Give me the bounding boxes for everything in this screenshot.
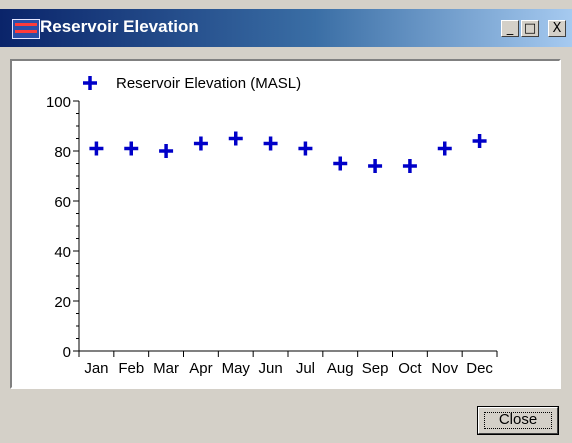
- plot-panel: 0 20 40 60 80 100 Jan Feb Mar Apr May Jun Jul Aug Sep O…: [10, 59, 561, 389]
- close-icon: X: [552, 21, 562, 36]
- data-point: [263, 136, 278, 151]
- close-window-button[interactable]: X: [548, 20, 566, 37]
- y-tick-label: 60: [54, 194, 71, 211]
- x-tick-label: Sep: [362, 360, 389, 377]
- x-tick-label: Jan: [84, 360, 108, 377]
- x-tick-label: Apr: [189, 360, 212, 377]
- x-tick-label: Aug: [327, 360, 354, 377]
- window-title: Reservoir Elevation: [40, 17, 199, 36]
- x-tick-label: Dec: [466, 360, 493, 377]
- y-tick-label: 0: [63, 344, 71, 361]
- data-point: [228, 131, 243, 146]
- data-point: [472, 134, 487, 148]
- legend-marker: [83, 76, 97, 90]
- x-tick-label: Feb: [118, 360, 144, 377]
- y-tick-label: 100: [46, 94, 71, 111]
- app-icon: [12, 19, 40, 39]
- reservoir-chart: 0 20 40 60 80 100 Jan Feb Mar Apr May Jun Jul Aug Sep O…: [46, 75, 498, 377]
- close-button[interactable]: Close: [477, 406, 559, 435]
- data-point: [159, 144, 174, 158]
- x-tick-label: Nov: [431, 360, 458, 377]
- legend-label: Reservoir Elevation (MASL): [116, 75, 301, 92]
- y-tick-label: 80: [54, 144, 71, 161]
- x-tick-label: Jun: [258, 360, 282, 377]
- x-tick-label: Mar: [153, 360, 179, 377]
- x-tick-label: Oct: [398, 360, 422, 377]
- x-tick-label: Jul: [296, 360, 315, 377]
- minimize-button[interactable]: _: [501, 20, 519, 37]
- x-tick-label: May: [222, 360, 251, 377]
- maximize-button[interactable]: □: [521, 20, 539, 37]
- close-button-label: Close: [498, 411, 538, 428]
- minimize-icon: _: [506, 21, 514, 36]
- data-point: [333, 156, 348, 171]
- title-bar[interactable]: Reservoir Elevation _ □ X: [0, 9, 572, 47]
- data-point: [124, 141, 139, 156]
- maximize-icon: □: [523, 21, 537, 36]
- data-point: [402, 159, 417, 173]
- data-point: [89, 141, 104, 156]
- data-point: [193, 136, 208, 151]
- dialog-window: Reservoir Elevation _ □ X 0 20 40 60 80 100 Ja…: [0, 0, 572, 443]
- data-point: [298, 141, 313, 156]
- data-point: [368, 159, 383, 173]
- y-tick-label: 40: [54, 244, 71, 261]
- y-tick-label: 20: [54, 294, 71, 311]
- data-point: [437, 141, 452, 156]
